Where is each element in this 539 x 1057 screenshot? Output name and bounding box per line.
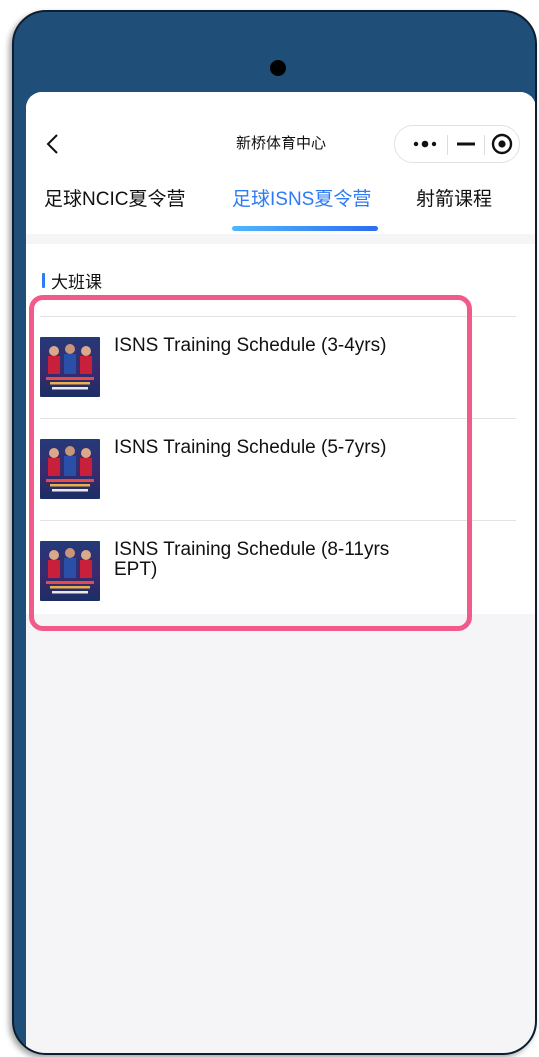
tab-archery[interactable]: 射箭课程 xyxy=(416,186,492,214)
minimize-button[interactable] xyxy=(448,126,484,162)
active-tab-indicator xyxy=(232,226,378,231)
course-title: ISNS Training Schedule (8-11yrs EPT) xyxy=(114,539,390,580)
tab-isns[interactable]: 足球ISNS夏令营 xyxy=(232,186,371,214)
football-camp-poster-image xyxy=(40,541,100,601)
course-title: ISNS Training Schedule (3-4yrs) xyxy=(114,335,387,356)
course-item[interactable]: ISNS Training Schedule (3-4yrs) xyxy=(40,316,516,418)
tab-bar: 足球NCIC夏令营 足球ISNS夏令营 射箭课程 xyxy=(26,186,535,234)
target-close-icon xyxy=(491,133,513,155)
mini-program-capsule xyxy=(394,125,520,163)
football-camp-poster-image xyxy=(40,337,100,397)
course-item[interactable]: ISNS Training Schedule (5-7yrs) xyxy=(40,418,516,520)
course-title: ISNS Training Schedule (5-7yrs) xyxy=(114,437,387,458)
section-header: 大班课 xyxy=(42,268,102,292)
course-list-panel: 大班课 ISNS Training Schedule (3-4yrs) ISNS… xyxy=(26,244,535,614)
phone-frame: 新桥体育中心 足球NCIC夏令营 足球ISNS夏令营 射箭课程 大班课 ISNS… xyxy=(12,10,537,1055)
header: 新桥体育中心 足球NCIC夏令营 足球ISNS夏令营 射箭课程 xyxy=(26,92,535,234)
section-title: 大班课 xyxy=(51,272,102,292)
front-camera xyxy=(270,60,286,76)
more-dots-icon xyxy=(413,140,437,148)
course-item[interactable]: ISNS Training Schedule (8-11yrs EPT) xyxy=(40,520,516,622)
section-accent-bar xyxy=(42,272,45,288)
minimize-icon xyxy=(457,142,475,146)
app-screen: 新桥体育中心 足球NCIC夏令营 足球ISNS夏令营 射箭课程 大班课 ISNS… xyxy=(26,92,535,1053)
tab-ncic[interactable]: 足球NCIC夏令营 xyxy=(44,186,185,214)
close-button[interactable] xyxy=(485,126,519,162)
more-button[interactable] xyxy=(403,126,447,162)
football-camp-poster-image xyxy=(40,439,100,499)
